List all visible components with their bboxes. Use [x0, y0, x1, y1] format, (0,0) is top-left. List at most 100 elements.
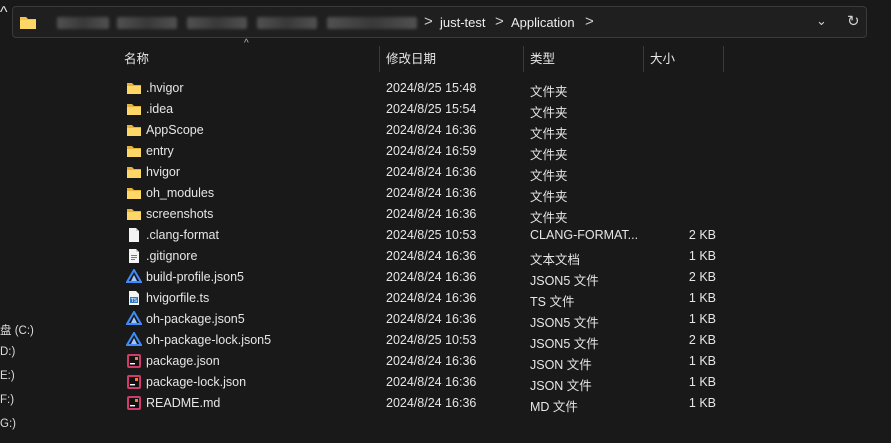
breadcrumb-item-application[interactable]: Application: [511, 15, 575, 30]
file-type: 文件夹: [530, 106, 568, 120]
file-name: AppScope: [146, 123, 204, 137]
file-row[interactable]: README.md 2024/8/24 16:36 MD 文件 1 KB: [110, 393, 730, 414]
address-bar[interactable]: > just-test > Application > ⌄ ↻: [12, 6, 867, 38]
blurred-path-segment: [57, 17, 109, 29]
file-date: 2024/8/24 16:36: [386, 270, 477, 284]
file-date: 2024/8/25 10:53: [386, 228, 477, 242]
file-date: 2024/8/24 16:36: [386, 207, 477, 221]
file-row[interactable]: .idea 2024/8/25 15:54 文件夹: [110, 99, 730, 120]
nav-item-drive-c[interactable]: 盘 (C:): [0, 322, 34, 338]
json5-file-icon: [125, 310, 143, 327]
file-size: 1 KB: [688, 354, 716, 368]
file-size: 1 KB: [688, 249, 716, 263]
blank-file-icon: [126, 227, 142, 243]
folder-icon: [126, 206, 142, 222]
column-header-size[interactable]: 大小: [636, 44, 716, 72]
nav-item-drive-d[interactable]: D:): [0, 346, 15, 358]
file-row[interactable]: hvigor 2024/8/24 16:36 文件夹: [110, 162, 730, 183]
file-size: 2 KB: [688, 270, 716, 284]
column-divider[interactable]: [723, 46, 724, 72]
breadcrumb-separator[interactable]: >: [424, 13, 433, 30]
file-date: 2024/8/24 16:36: [386, 186, 477, 200]
file-name: build-profile.json5: [146, 270, 244, 284]
file-size: 1 KB: [688, 396, 716, 410]
file-name: screenshots: [146, 207, 214, 221]
file-type: 文本文档: [530, 253, 581, 267]
breadcrumb-item-just-test[interactable]: just-test: [440, 15, 486, 30]
file-row[interactable]: oh_modules 2024/8/24 16:36 文件夹: [110, 183, 730, 204]
blurred-path-segment: [257, 17, 317, 29]
file-row[interactable]: AppScope 2024/8/24 16:36 文件夹: [110, 120, 730, 141]
file-row[interactable]: oh-package.json5 2024/8/24 16:36 JSON5 文件 1…: [110, 309, 730, 330]
address-history-dropdown-icon[interactable]: ⌄: [816, 13, 827, 29]
file-date: 2024/8/24 16:36: [386, 354, 477, 368]
file-type: JSON5 文件: [530, 316, 599, 330]
file-type: JSON5 文件: [530, 337, 599, 351]
file-date: 2024/8/25 10:53: [386, 333, 477, 347]
file-size: 2 KB: [688, 333, 716, 347]
column-header-row: ^ 名称 修改日期 类型 大小: [110, 38, 890, 72]
file-date: 2024/8/24 16:36: [386, 123, 477, 137]
folder-icon: [126, 101, 142, 117]
file-type: JSON 文件: [530, 379, 592, 393]
file-name: oh-package.json5: [146, 312, 245, 326]
breadcrumb-separator[interactable]: >: [585, 13, 594, 30]
file-type: CLANG-FORMAT...: [530, 228, 639, 242]
up-arrow-icon[interactable]: ^: [0, 4, 8, 22]
folder-icon: [126, 80, 142, 96]
blurred-path-segment: [117, 17, 177, 29]
file-type: JSON 文件: [530, 358, 592, 372]
file-row[interactable]: .hvigor 2024/8/25 15:48 文件夹: [110, 78, 730, 99]
file-type: JSON5 文件: [530, 274, 599, 288]
file-name: oh_modules: [146, 186, 215, 200]
file-type: 文件夹: [530, 190, 568, 204]
blurred-path-segment: [327, 17, 417, 29]
file-row[interactable]: screenshots 2024/8/24 16:36 文件夹: [110, 204, 730, 225]
file-name: package-lock.json: [146, 375, 247, 389]
file-size: 1 KB: [688, 375, 716, 389]
file-name: README.md: [146, 396, 221, 410]
refresh-icon[interactable]: ↻: [847, 12, 860, 30]
file-row[interactable]: entry 2024/8/24 16:59 文件夹: [110, 141, 730, 162]
json5-file-icon: [125, 331, 143, 348]
file-name: entry: [146, 144, 174, 158]
file-type: 文件夹: [530, 85, 568, 99]
file-type: 文件夹: [530, 211, 568, 225]
file-name: .clang-format: [146, 228, 219, 242]
jetbrains-file-icon: [126, 374, 142, 390]
file-name: .gitignore: [146, 249, 198, 263]
file-row[interactable]: package.json 2024/8/24 16:36 JSON 文件 1 KB: [110, 351, 730, 372]
column-header-name[interactable]: 名称: [110, 44, 378, 72]
file-date: 2024/8/24 16:59: [386, 144, 477, 158]
breadcrumb-separator[interactable]: >: [495, 13, 504, 30]
column-header-modified[interactable]: 修改日期: [372, 44, 516, 72]
file-date: 2024/8/24 16:36: [386, 291, 477, 305]
json5-file-icon: [125, 268, 143, 285]
folder-icon: [20, 17, 36, 29]
file-date: 2024/8/24 16:36: [386, 165, 477, 179]
file-name: oh-package-lock.json5: [146, 333, 272, 347]
file-name: package.json: [146, 354, 220, 368]
file-date: 2024/8/25 15:48: [386, 81, 477, 95]
file-type: 文件夹: [530, 148, 568, 162]
nav-item-drive-e[interactable]: E:): [0, 370, 15, 382]
file-row[interactable]: TS hvigorfile.ts 2024/8/24 16:36 TS 文件 1 KB: [110, 288, 730, 309]
nav-item-drive-f[interactable]: F:): [0, 394, 14, 406]
file-size: 2 KB: [688, 228, 716, 242]
file-row[interactable]: oh-package-lock.json5 2024/8/25 10:53 JSON…: [110, 330, 730, 351]
nav-item-drive-g[interactable]: G:): [0, 418, 16, 430]
file-type: 文件夹: [530, 169, 568, 183]
blurred-path-segment: [187, 17, 247, 29]
navigation-pane: 盘 (C:) D:) E:) F:) G:): [0, 44, 104, 443]
text-file-icon: [126, 248, 142, 264]
file-type: 文件夹: [530, 127, 568, 141]
file-row[interactable]: .clang-format 2024/8/25 10:53 CLANG-FORMAT…: [110, 225, 730, 246]
file-name: .hvigor: [146, 81, 184, 95]
file-name: hvigorfile.ts: [146, 291, 210, 305]
file-date: 2024/8/24 16:36: [386, 249, 477, 263]
file-row[interactable]: .gitignore 2024/8/24 16:36 文本文档 1 KB: [110, 246, 730, 267]
column-header-type[interactable]: 类型: [516, 44, 636, 72]
file-row[interactable]: build-profile.json5 2024/8/24 16:36 JSON5 …: [110, 267, 730, 288]
file-row[interactable]: package-lock.json 2024/8/24 16:36 JSON 文件 1…: [110, 372, 730, 393]
folder-icon: [126, 185, 142, 201]
